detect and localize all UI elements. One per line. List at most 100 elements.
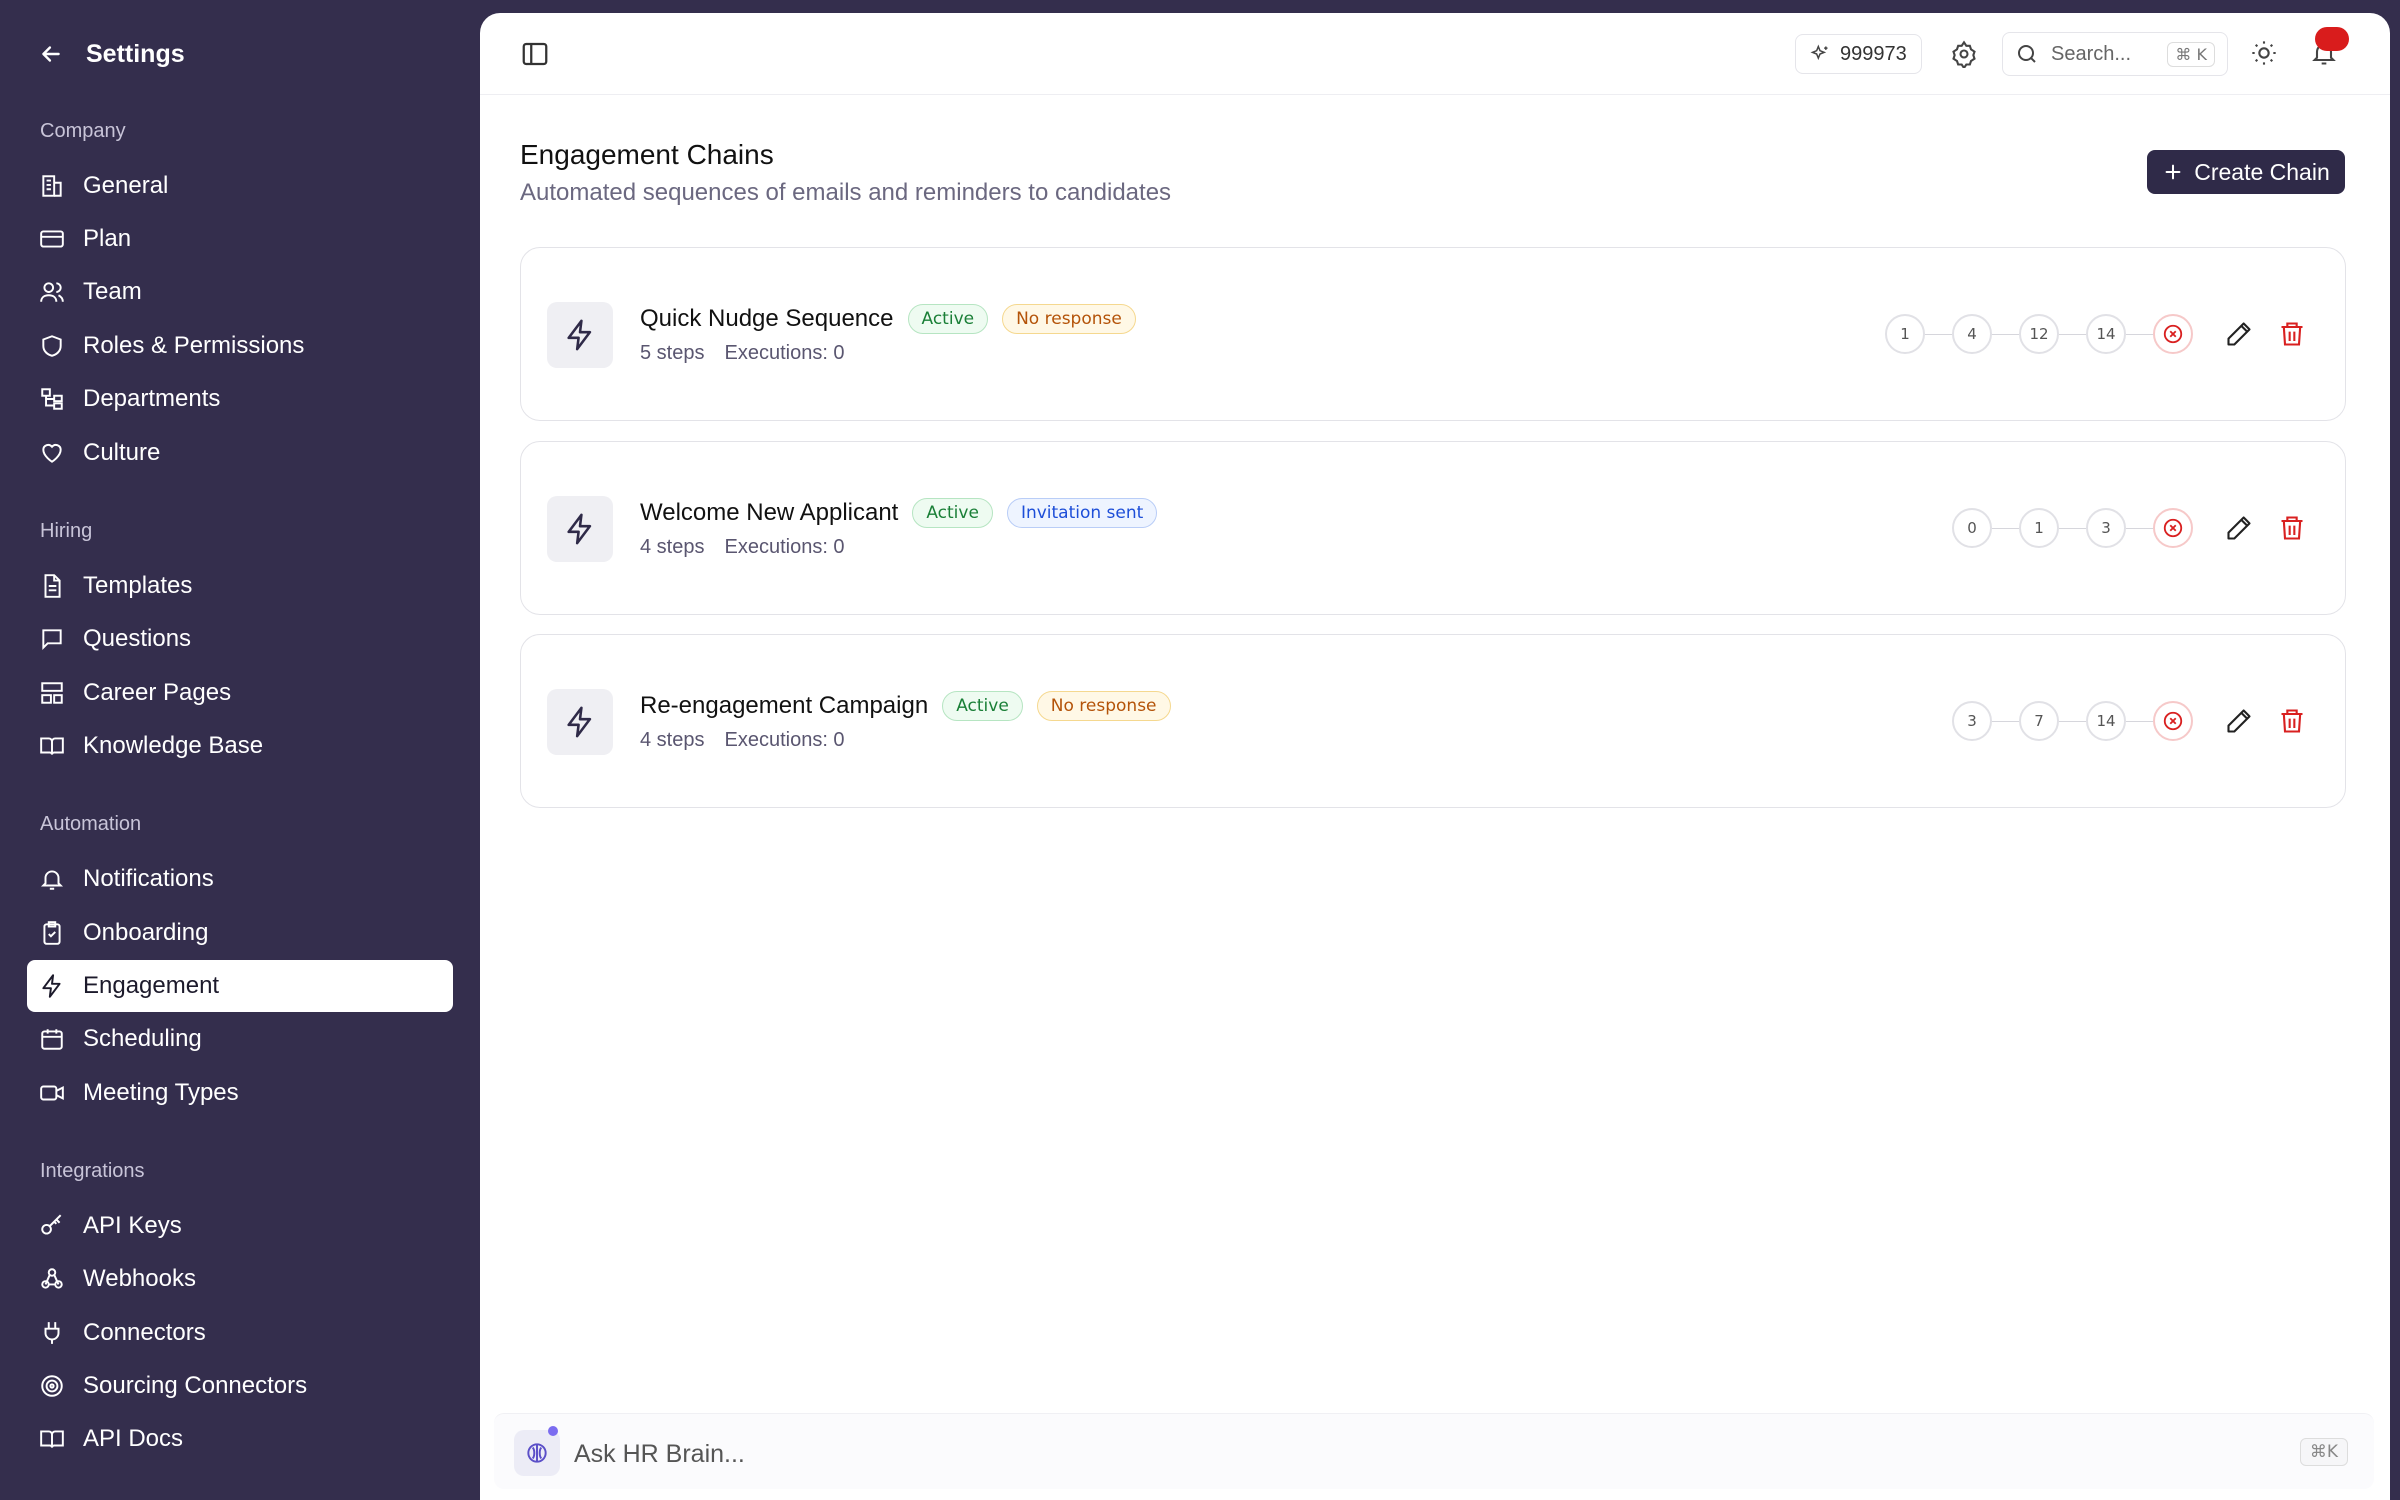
sidebar-item-webhooks[interactable]: Webhooks [27, 1253, 453, 1305]
stop-step [2153, 508, 2193, 548]
sidebar-item-sourcing-connectors[interactable]: Sourcing Connectors [27, 1360, 453, 1412]
settings-sidebar: Settings Company General Plan Team Roles… [0, 0, 480, 1500]
steps-count: 5 steps [640, 342, 705, 364]
theme-toggle-button[interactable] [2250, 39, 2280, 69]
sidebar-item-meeting-types[interactable]: Meeting Types [27, 1067, 453, 1119]
chain-card[interactable]: Welcome New Applicant Active Invitation … [520, 441, 2346, 615]
building-icon [42, 175, 62, 197]
delete-chain-button[interactable] [2278, 320, 2308, 350]
assistant-shortcut: ⌘K [2299, 1438, 2348, 1466]
sidebar-item-label: Scheduling [83, 1025, 202, 1052]
sidebar-item-notifications[interactable]: Notifications [27, 853, 453, 905]
book-open-icon [40, 1430, 64, 1448]
executions-count: Executions: 0 [724, 342, 845, 364]
sidebar-item-label: Webhooks [83, 1265, 196, 1292]
step-day: 1 [2019, 508, 2059, 548]
page-title: Engagement Chains [520, 139, 774, 170]
search-placeholder: Search... [2051, 42, 2132, 65]
section-integrations-label: Integrations [40, 1160, 145, 1182]
step-timeline: 3 7 14 [1952, 701, 2193, 741]
x-circle-icon [2163, 518, 2183, 538]
back-to-app-link[interactable]: Settings [38, 34, 185, 74]
book-open-icon [40, 737, 64, 755]
edit-chain-button[interactable] [2225, 707, 2255, 737]
chain-card[interactable]: Quick Nudge Sequence Active No response … [520, 247, 2346, 421]
step-day: 7 [2019, 701, 2059, 741]
delete-chain-button[interactable] [2278, 514, 2308, 544]
sidebar-item-plan[interactable]: Plan [27, 213, 453, 265]
sidebar-item-label: Engagement [83, 972, 220, 999]
webhook-icon [41, 1268, 63, 1289]
sidebar-item-team[interactable]: Team [27, 266, 453, 318]
sidebar-item-label: Questions [83, 625, 192, 652]
step-day: 1 [1885, 314, 1925, 354]
status-badge: Active [907, 304, 989, 334]
credit-card-icon [40, 230, 64, 248]
sidebar-item-career-pages[interactable]: Career Pages [27, 667, 453, 719]
step-timeline: 0 1 3 [1952, 508, 2193, 548]
sidebar-item-api-keys[interactable]: API Keys [27, 1200, 453, 1252]
sidebar-item-label: Team [83, 278, 142, 305]
step-day: 4 [1952, 314, 1992, 354]
chain-icon [547, 689, 613, 755]
sidebar-item-onboarding[interactable]: Onboarding [27, 907, 453, 959]
sidebar-item-templates[interactable]: Templates [27, 560, 453, 612]
sidebar-toggle-button[interactable] [520, 39, 552, 71]
sidebar-item-questions[interactable]: Questions [27, 613, 453, 665]
x-circle-icon [2163, 711, 2183, 731]
file-text-icon [44, 574, 61, 598]
ask-hr-brain-bar[interactable]: Ask HR Brain... ⌘K [494, 1413, 2374, 1489]
create-chain-button[interactable]: Create Chain [2147, 150, 2345, 194]
ask-hr-brain-input[interactable]: Ask HR Brain... [574, 1440, 745, 1469]
pencil-icon [2227, 516, 2251, 540]
step-day: 3 [2086, 508, 2126, 548]
step-day: 14 [2086, 314, 2126, 354]
credits-badge[interactable]: 999973 [1795, 34, 1922, 74]
plug-icon [44, 1322, 60, 1344]
sidebar-item-engagement[interactable]: Engagement [27, 960, 453, 1012]
brain-icon [514, 1430, 560, 1476]
section-automation-label: Automation [40, 813, 142, 835]
sidebar-item-general[interactable]: General [27, 160, 453, 212]
settings-button[interactable] [1950, 40, 1980, 70]
sidebar-item-label: Meeting Types [83, 1079, 239, 1106]
step-day: 14 [2086, 701, 2126, 741]
sidebar-item-culture[interactable]: Culture [27, 427, 453, 479]
arrow-left-icon [42, 46, 60, 62]
sidebar-item-departments[interactable]: Departments [27, 373, 453, 425]
delete-chain-button[interactable] [2278, 707, 2308, 737]
step-connector [1992, 720, 2019, 722]
sidebar-item-connectors[interactable]: Connectors [27, 1307, 453, 1359]
chain-card[interactable]: Re-engagement Campaign Active No respons… [520, 634, 2346, 808]
search-icon [2018, 45, 2036, 63]
edit-chain-button[interactable] [2225, 514, 2255, 544]
create-chain-label: Create Chain [2194, 158, 2330, 185]
users-icon [40, 282, 64, 302]
edit-chain-button[interactable] [2225, 320, 2255, 350]
chain-name: Re-engagement Campaign [640, 692, 929, 719]
chain-name: Welcome New Applicant [640, 499, 899, 526]
sidebar-title: Settings [86, 39, 185, 68]
sidebar-item-roles[interactable]: Roles & Permissions [27, 320, 453, 372]
sidebar-item-label: Onboarding [83, 919, 209, 946]
executions-count: Executions: 0 [724, 536, 845, 558]
trash-icon [2281, 709, 2303, 733]
sidebar-item-api-docs[interactable]: API Docs [27, 1413, 453, 1465]
network-icon [41, 388, 63, 410]
chain-name: Quick Nudge Sequence [640, 305, 894, 332]
layout-icon [41, 682, 63, 704]
executions-count: Executions: 0 [724, 729, 845, 751]
sidebar-item-scheduling[interactable]: Scheduling [27, 1013, 453, 1065]
sidebar-item-label: Sourcing Connectors [83, 1372, 308, 1399]
heart-icon [42, 443, 62, 463]
zap-icon [42, 974, 61, 998]
sidebar-item-knowledge-base[interactable]: Knowledge Base [27, 720, 453, 772]
sidebar-item-label: Culture [83, 439, 161, 466]
step-connector [2059, 720, 2086, 722]
brain-icon-glyph [527, 1443, 547, 1463]
status-badge: Active [942, 691, 1023, 721]
search-input[interactable]: Search... ⌘ K [2002, 32, 2228, 76]
main-panel: 999973 Search... ⌘ K Engagement Chains A… [480, 13, 2390, 1500]
step-timeline: 1 4 12 14 [1885, 314, 2193, 354]
sidebar-item-label: Departments [83, 385, 221, 412]
